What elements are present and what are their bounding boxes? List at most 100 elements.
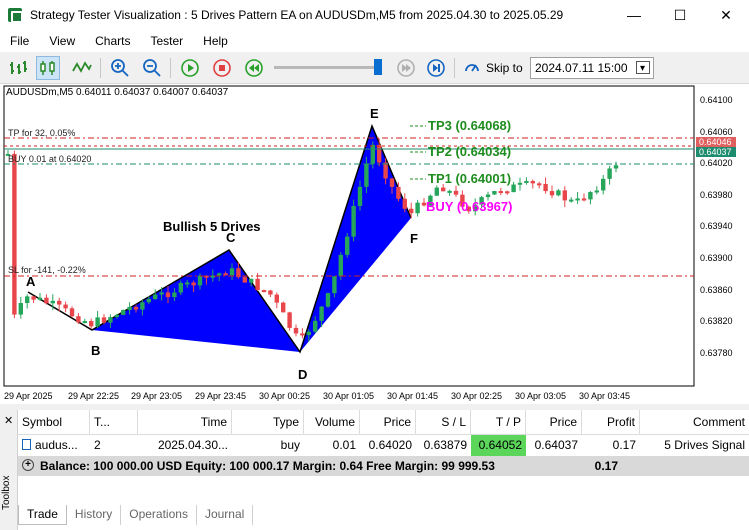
menu-bar: File View Charts Tester Help xyxy=(0,30,749,52)
candle-body xyxy=(396,186,401,199)
col-comment[interactable]: Comment xyxy=(640,410,749,435)
candle-body xyxy=(581,198,587,201)
sl-level-label: SL for -141, -0.22% xyxy=(8,265,86,275)
candle-body xyxy=(44,297,49,304)
cell-sl[interactable]: 0.63879 xyxy=(416,435,471,456)
candle-body xyxy=(434,187,439,196)
col-sl[interactable]: S / L xyxy=(416,410,471,435)
time-tick: 29 Apr 23:05 xyxy=(131,391,182,401)
menu-tester[interactable]: Tester xyxy=(140,30,193,52)
col-tp[interactable]: T / P xyxy=(471,410,526,435)
col-time[interactable]: Time xyxy=(138,410,232,435)
tp2-label: TP2 (0.64034) xyxy=(428,144,511,159)
candle-body xyxy=(601,178,606,191)
menu-charts[interactable]: Charts xyxy=(85,30,140,52)
point-label-f: F xyxy=(410,231,418,246)
candle-body xyxy=(357,186,363,206)
price-tick: 0.63980 xyxy=(700,190,733,200)
menu-help[interactable]: Help xyxy=(193,30,238,52)
point-label-d: D xyxy=(298,367,307,382)
col-symbol[interactable]: Symbol xyxy=(18,410,90,435)
candle-body xyxy=(268,290,273,295)
candle-body xyxy=(255,278,260,291)
cell-current-price: 0.64037 xyxy=(534,438,578,452)
tab-history[interactable]: History xyxy=(67,505,122,525)
point-label-e: E xyxy=(370,106,379,121)
app-icon xyxy=(8,8,23,23)
candlestick-icon[interactable] xyxy=(36,56,60,80)
candle-body xyxy=(594,190,599,193)
candle-body xyxy=(159,292,164,295)
play-icon[interactable] xyxy=(178,56,202,80)
candle-body xyxy=(607,168,612,179)
candle-body xyxy=(114,314,119,318)
candle-body xyxy=(524,180,529,183)
cell-time: 2025.04.30... xyxy=(157,438,228,452)
candle-body xyxy=(25,296,30,303)
time-tick: 30 Apr 02:25 xyxy=(451,391,502,401)
maximize-button[interactable]: ☐ xyxy=(657,0,703,30)
minimize-button[interactable]: — xyxy=(611,0,657,30)
candle-body xyxy=(140,302,145,310)
toolbox-sidebar: ✕ Toolbox xyxy=(0,410,18,530)
balance-row: + Balance: 100 000.00 USD Equity: 100 00… xyxy=(18,456,749,476)
title-bar: Strategy Tester Visualization : 5 Drives… xyxy=(0,0,749,30)
time-tick: 30 Apr 03:05 xyxy=(515,391,566,401)
candle-body xyxy=(453,190,459,195)
candle-body xyxy=(242,277,247,283)
skip-end-icon[interactable] xyxy=(424,56,448,80)
candle-body xyxy=(543,184,548,192)
candle-body xyxy=(229,268,235,276)
cell-tp[interactable]: 0.64052 xyxy=(471,435,526,456)
price-tick: 0.64060 xyxy=(700,127,733,137)
candle-body xyxy=(409,208,414,214)
menu-view[interactable]: View xyxy=(39,30,85,52)
candle-body xyxy=(505,191,510,194)
skip-to-icon[interactable] xyxy=(460,56,484,80)
toolbox-close-icon[interactable]: ✕ xyxy=(4,414,13,427)
col-ticket[interactable]: T... xyxy=(90,410,138,435)
zoom-in-icon[interactable] xyxy=(108,56,132,80)
chart-area[interactable]: TP for 32, 0.05% BUY 0.01 at 0.64020 SL … xyxy=(0,84,749,404)
price-tick: 0.64100 xyxy=(700,95,733,105)
col-profit[interactable]: Profit xyxy=(582,410,640,435)
candle-body xyxy=(121,310,126,315)
candle-body xyxy=(89,321,94,327)
candle-body xyxy=(447,190,452,193)
candle-body xyxy=(319,306,324,321)
col-current-price[interactable]: Price xyxy=(526,410,582,435)
time-tick: 29 Apr 22:25 xyxy=(68,391,119,401)
candle-body xyxy=(402,198,407,209)
price-tag-bid-text: 0.64037 xyxy=(699,147,732,157)
buy-target-label: BUY (0.63967) xyxy=(426,199,512,214)
candle-body xyxy=(18,302,23,315)
col-volume[interactable]: Volume xyxy=(304,410,360,435)
expand-plus-icon[interactable]: + xyxy=(22,459,34,471)
point-label-b: B xyxy=(91,343,100,358)
step-forward-icon[interactable] xyxy=(394,56,418,80)
price-tag-ask-text: 0.64046 xyxy=(699,137,732,147)
price-chart[interactable]: TP for 32, 0.05% BUY 0.01 at 0.64020 SL … xyxy=(0,84,749,404)
menu-file[interactable]: File xyxy=(0,30,39,52)
zoom-out-icon[interactable] xyxy=(140,56,164,80)
time-tick: 30 Apr 03:45 xyxy=(579,391,630,401)
point-label-c: C xyxy=(226,230,236,245)
candle-body xyxy=(191,282,196,286)
tab-journal[interactable]: Journal xyxy=(197,505,254,525)
tab-trade[interactable]: Trade xyxy=(18,505,67,525)
tab-operations[interactable]: Operations xyxy=(121,505,197,525)
table-row[interactable]: audus... 2 2025.04.30... buy 0.01 0.6402… xyxy=(18,435,749,456)
rewind-icon[interactable] xyxy=(242,56,266,80)
col-type[interactable]: Type xyxy=(232,410,304,435)
speed-slider-track[interactable] xyxy=(274,66,382,69)
calendar-icon[interactable] xyxy=(636,59,650,79)
candle-body xyxy=(153,294,158,300)
col-price[interactable]: Price xyxy=(360,410,416,435)
skip-to-date-input[interactable]: 2024.07.11 15:00 xyxy=(530,57,654,79)
stop-icon[interactable] xyxy=(210,56,234,80)
close-button[interactable]: ✕ xyxy=(703,0,749,30)
bar-chart-icon[interactable] xyxy=(6,56,30,80)
candle-body xyxy=(377,144,382,163)
line-chart-icon[interactable] xyxy=(70,56,94,80)
speed-slider-thumb[interactable] xyxy=(374,59,382,75)
